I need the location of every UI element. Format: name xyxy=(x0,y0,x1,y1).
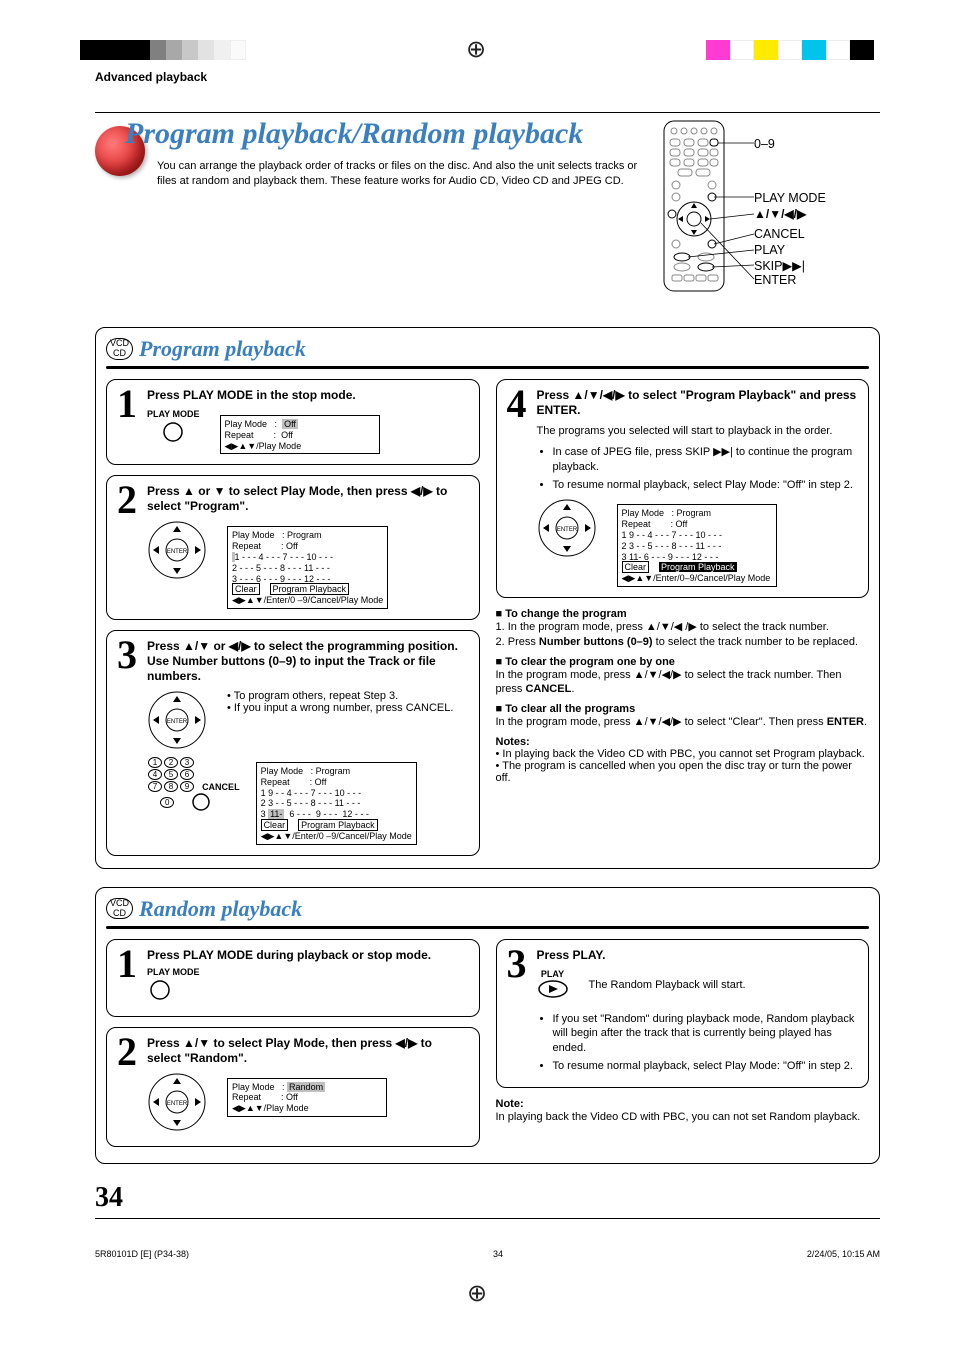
step-2: 2 Press ▲ or ▼ to select Play Mode, then… xyxy=(106,475,480,620)
note-text: In playing back the Video CD with PBC, y… xyxy=(496,1110,870,1125)
note-text: The program is cancelled when you open t… xyxy=(496,760,852,784)
step-body: The Random Playback will start. xyxy=(589,979,746,991)
osd-display: Play Mode : Random Repeat : Off ◀▶▲▼/Pla… xyxy=(227,1078,387,1117)
random-step-3: 3 Press PLAY. PLAY The Random Playback w… xyxy=(496,939,870,1088)
subheading: To clear all the programs xyxy=(496,703,870,715)
footer-mid: 34 xyxy=(493,1249,503,1259)
svg-text:ENTER: ENTER xyxy=(167,1101,188,1107)
bullet: If you set "Random" during playback mode… xyxy=(553,1012,859,1057)
registration-bar-top: ⊕ xyxy=(0,38,954,62)
remote-label-enter: ENTER xyxy=(754,273,796,287)
svg-text:ENTER: ENTER xyxy=(167,719,188,725)
step-number: 1 xyxy=(117,388,141,454)
step-4: 4 Press ▲/▼/◀/▶ to select "Program Playb… xyxy=(496,379,870,598)
remote-label-play: PLAY xyxy=(754,243,785,257)
paragraph: 2. Press Number buttons (0–9) to select … xyxy=(496,635,870,650)
playmode-button-label: PLAY MODE xyxy=(147,967,469,977)
dpad-icon: ENTER xyxy=(147,1072,207,1132)
program-playback-title: Program playback xyxy=(139,336,306,362)
bullet: To resume normal playback, select Play M… xyxy=(553,1059,859,1074)
svg-text:ENTER: ENTER xyxy=(556,527,577,533)
note-text: In playing back the Video CD with PBC, y… xyxy=(502,748,864,760)
step-number: 4 xyxy=(507,388,531,587)
paragraph: In the program mode, press ▲/▼/◀/▶ to se… xyxy=(496,715,870,730)
dpad-icon: ENTER xyxy=(147,520,207,580)
remote-label-playmode: PLAY MODE xyxy=(754,191,826,205)
subheading: To change the program xyxy=(496,608,870,620)
footer-line: 5R80101D [E] (P34-38) 34 2/24/05, 10:15 … xyxy=(95,1249,880,1259)
remote-label-skip: SKIP▶▶| xyxy=(754,258,805,273)
paragraph: In the program mode, press ▲/▼/◀/▶ to se… xyxy=(496,668,870,698)
page-number: 34 xyxy=(95,1182,880,1214)
osd-display: Play Mode : Program Repeat : Off 1 9 - -… xyxy=(617,504,777,587)
step-number: 1 xyxy=(117,948,141,1006)
intro-text: You can arrange the playback order of tr… xyxy=(157,159,650,189)
footer-right: 2/24/05, 10:15 AM xyxy=(807,1249,880,1259)
random-step-1: 1 Press PLAY MODE during playback or sto… xyxy=(106,939,480,1017)
dpad-icon: ENTER xyxy=(537,498,597,558)
svg-text:ENTER: ENTER xyxy=(167,549,188,555)
remote-label-numbers: 0–9 xyxy=(754,137,775,151)
random-step-2: 2 Press ▲/▼ to select Play Mode, then pr… xyxy=(106,1027,480,1147)
button-icon xyxy=(160,419,186,445)
remote-label-cancel: CANCEL xyxy=(754,227,805,241)
step-number: 2 xyxy=(117,484,141,609)
remote-label-arrows: ▲/▼/◀/▶ xyxy=(754,207,806,221)
remote-diagram: 0–9 PLAY MODE ▲/▼/◀/▶ CANCEL PLAY SKIP▶▶… xyxy=(650,119,880,309)
osd-display: Play Mode : Off Repeat : Off ◀▶▲▼/Play M… xyxy=(220,415,380,454)
subheading: To clear the program one by one xyxy=(496,656,870,668)
button-icon xyxy=(191,792,211,812)
step-heading: Press ▲ or ▼ to select Play Mode, then p… xyxy=(147,484,469,514)
play-button-label: PLAY xyxy=(537,969,569,979)
step-heading: Press ▲/▼ or ◀/▶ to select the programmi… xyxy=(147,639,469,684)
note-title: Note: xyxy=(496,1098,870,1110)
osd-display: Play Mode : Program Repeat : Off 1 9 - -… xyxy=(256,762,417,845)
remote-icon xyxy=(658,119,748,294)
osd-display: Play Mode : Program Repeat : Off 1 - - -… xyxy=(227,526,388,609)
bullet: To resume normal playback, select Play M… xyxy=(553,478,859,493)
step-3: 3 Press ▲/▼ or ◀/▶ to select the program… xyxy=(106,630,480,856)
step-body: The programs you selected will start to … xyxy=(537,424,859,439)
bullet: In case of JPEG file, press SKIP ▶▶| to … xyxy=(553,445,859,475)
crosshair-icon: ⊕ xyxy=(467,1280,487,1307)
section-label: Advanced playback xyxy=(95,62,880,112)
playmode-button-label: PLAY MODE xyxy=(147,409,200,419)
step-heading: Press PLAY. xyxy=(537,948,859,963)
disc-types: VCD CD xyxy=(106,898,133,920)
step-heading: Press ▲/▼/◀/▶ to select "Program Playbac… xyxy=(537,388,859,418)
crosshair-icon: ⊕ xyxy=(466,36,486,63)
step-number: 3 xyxy=(507,948,531,1077)
disc-types: VCD CD xyxy=(106,338,133,360)
notes-title: Notes: xyxy=(496,736,870,748)
step-heading: Press ▲/▼ to select Play Mode, then pres… xyxy=(147,1036,469,1066)
step-number: 2 xyxy=(117,1036,141,1132)
step-heading: Press PLAY MODE during playback or stop … xyxy=(147,948,469,963)
page-title: Program playback/Random playback xyxy=(125,117,650,151)
play-button-icon xyxy=(537,979,569,999)
random-playback-title: Random playback xyxy=(139,896,302,922)
dpad-icon: ENTER xyxy=(147,690,207,750)
button-icon xyxy=(147,977,173,1003)
footer-left: 5R80101D [E] (P34-38) xyxy=(95,1249,189,1259)
step-1: 1 Press PLAY MODE in the stop mode. PLAY… xyxy=(106,379,480,465)
paragraph: 1. In the program mode, press ▲/▼/◀ /▶ t… xyxy=(496,620,870,635)
step-heading: Press PLAY MODE in the stop mode. xyxy=(147,388,469,403)
step-number: 3 xyxy=(117,639,141,845)
